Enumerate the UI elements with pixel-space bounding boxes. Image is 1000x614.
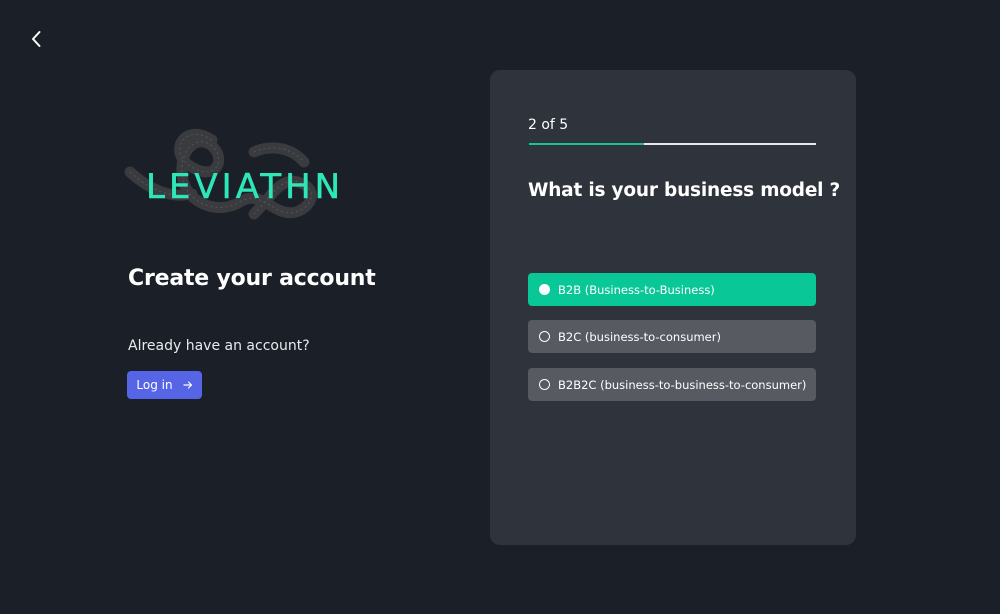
option-b2b[interactable]: B2B (Business-to-Business) [528, 273, 816, 306]
login-prompt: Already have an account? [128, 338, 310, 354]
back-button[interactable] [24, 26, 50, 52]
radio-icon [539, 379, 550, 390]
option-label: B2C (business-to-consumer) [558, 329, 721, 344]
progress-bar [529, 143, 816, 145]
login-button-label: Log in [136, 378, 173, 392]
option-label: B2B (Business-to-Business) [558, 282, 715, 297]
page-title: Create your account [128, 266, 376, 291]
chevron-left-icon [32, 31, 41, 47]
arrow-right-icon [182, 381, 192, 389]
progress-bar-fill [529, 143, 644, 145]
login-button[interactable]: Log in [127, 371, 202, 399]
step-indicator: 2 of 5 [528, 117, 569, 133]
radio-icon [539, 284, 550, 295]
svg-text:LEVIATHN: LEVIATHN [146, 167, 344, 207]
option-label: B2B2C (business-to-business-to-consumer) [558, 377, 807, 392]
option-b2c[interactable]: B2C (business-to-consumer) [528, 320, 816, 353]
option-b2b2c[interactable]: B2B2C (business-to-business-to-consumer) [528, 368, 816, 401]
leviathan-logo: LEVIATHN [122, 122, 362, 234]
radio-icon [539, 331, 550, 342]
signup-wizard-card: 2 of 5 What is your business model ? B2B… [490, 70, 856, 545]
question-title: What is your business model ? [528, 180, 841, 201]
